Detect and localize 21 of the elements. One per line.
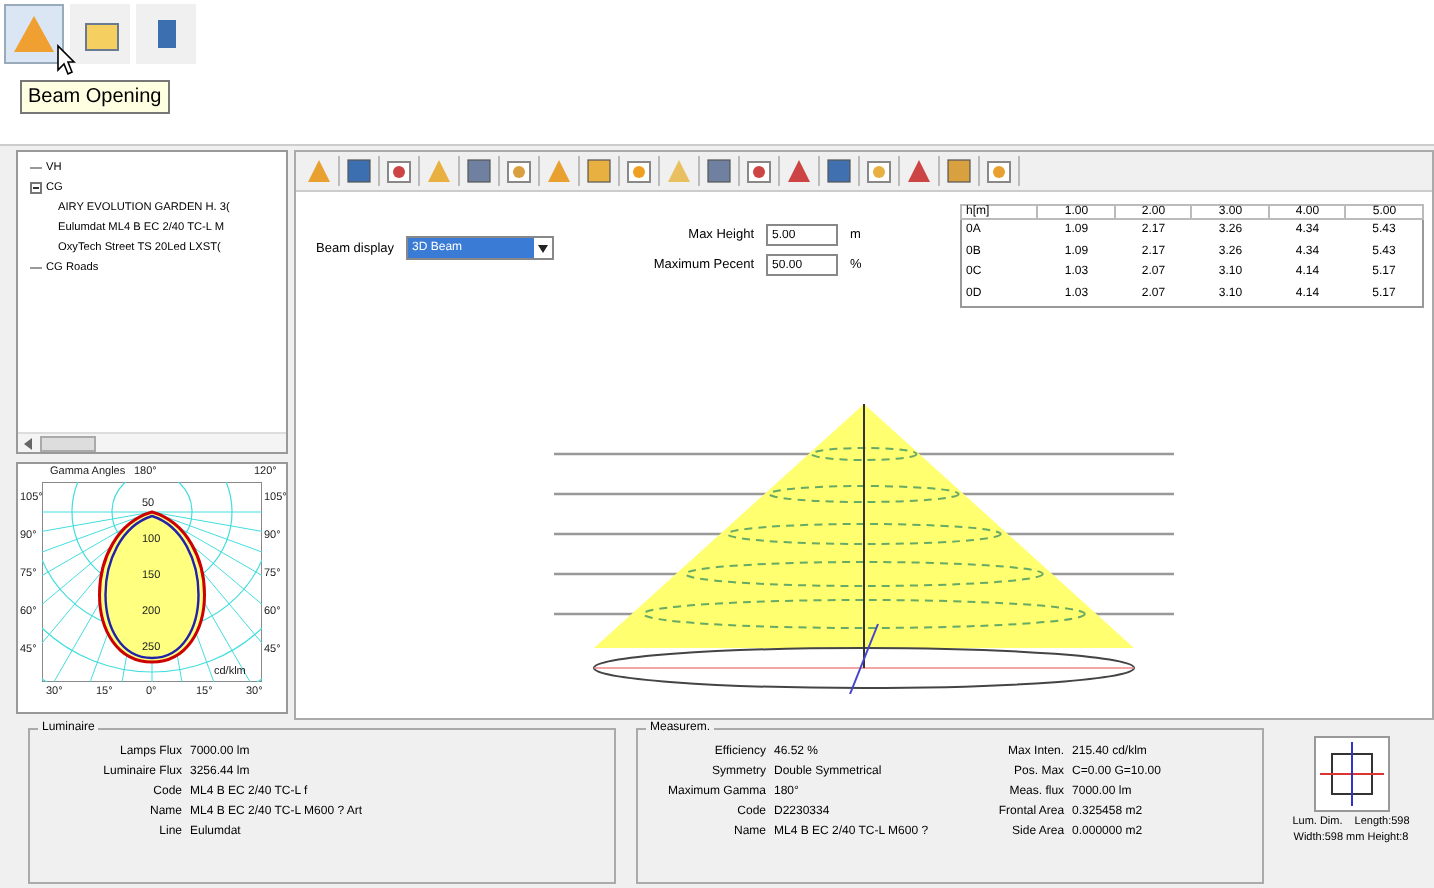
toolbar-icon[interactable] (586, 158, 612, 184)
toolbar-icon[interactable] (386, 158, 412, 184)
toolbar-icon[interactable] (746, 158, 772, 184)
toolbar-icon[interactable] (626, 158, 652, 184)
tooltip: Beam Opening (20, 80, 170, 114)
toolbar-icon[interactable] (826, 158, 852, 184)
toolbar-icon[interactable] (786, 158, 812, 184)
caret-icon (534, 243, 553, 253)
toolbar-icon[interactable] (466, 158, 492, 184)
scroll-left-icon[interactable] (24, 437, 32, 449)
luminaire-dimension-icon (1313, 736, 1389, 812)
collapse-icon[interactable] (30, 182, 42, 194)
cursor-icon (56, 44, 76, 76)
toolbar-icon[interactable] (866, 158, 892, 184)
toolbar-icon[interactable] (906, 158, 932, 184)
toolbar-icon[interactable] (346, 158, 372, 184)
scrollbar-thumb[interactable] (40, 435, 96, 451)
toolbar-icon[interactable] (706, 158, 732, 184)
toolbar-icon[interactable] (986, 158, 1012, 184)
toolbar-icon[interactable] (506, 158, 532, 184)
toolbar-icon[interactable] (946, 158, 972, 184)
